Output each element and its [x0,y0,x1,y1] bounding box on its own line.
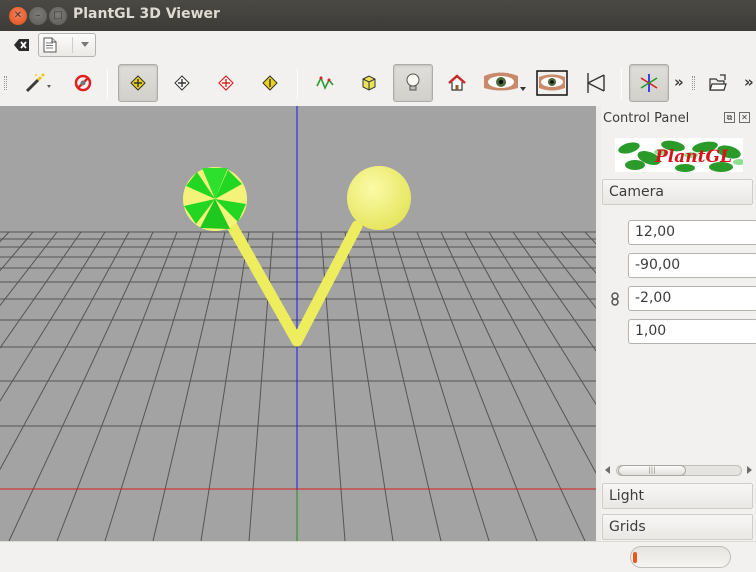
pick-mode-button[interactable] [206,64,246,102]
no-action-button[interactable] [63,64,103,102]
eye-icon [484,72,526,91]
axes-button[interactable] [629,64,669,102]
camera-value-2-field[interactable]: -90,00 [628,253,756,278]
float-panel-button[interactable]: ⧉ [724,112,735,123]
axes-icon [640,74,658,92]
clear-icon[interactable] [14,38,30,52]
logo-text: PlantGL [655,147,732,167]
home-icon [448,74,466,91]
zoom-mode-button[interactable] [250,64,290,102]
light-button[interactable] [393,64,433,102]
close-button[interactable]: ✕ [9,7,27,25]
curve-button[interactable] [305,64,345,102]
panel-horizontal-scrollbar[interactable]: ||| [604,463,754,477]
camera-section-header[interactable]: Camera [602,179,753,205]
select-mode-icon [174,75,190,91]
plant-left-branch [226,220,303,347]
perspective-icon [587,73,605,93]
light-section-header[interactable]: Light [602,483,753,509]
main-toolbar: » » [0,61,756,106]
perspective-button[interactable] [576,64,616,102]
close-panel-button[interactable]: ✕ [739,112,750,123]
curve-icon [316,76,334,90]
panel-title: Control Panel [603,111,690,126]
select-mode-button[interactable] [162,64,202,102]
scroll-left-icon[interactable] [605,466,610,474]
scroll-right-icon[interactable] [747,466,752,474]
toolbar-grip[interactable] [692,76,695,90]
file-toolbar [0,31,756,61]
plant-right-sphere [347,166,411,230]
viewer-window: ✕ – □ PlantGL 3D Viewer » » Control Pane… [0,0,756,572]
plant-right-branch [291,220,363,347]
plant-left-sphere [183,167,247,231]
eye-framed-icon [536,70,568,96]
toolbar-overflow-button-2[interactable]: » [744,73,754,91]
control-panel: Control Panel ⧉ ✕ PlantGL Camera 12,00 -… [601,106,756,541]
wand-icon [25,73,51,93]
camera-value-1-field[interactable]: 12,00 [628,220,756,245]
link-icon[interactable] [610,292,620,306]
toolbar-overflow-button[interactable]: » [674,73,684,91]
toolbar-separator [621,69,622,99]
toolbar-separator [297,69,298,99]
minimize-button[interactable]: – [29,7,47,25]
wand-button[interactable] [18,64,58,102]
status-bar [0,541,756,572]
progress-bar [630,546,731,568]
camera-value-4-field[interactable]: 1,00 [628,319,756,344]
camera-eye-button[interactable] [481,64,529,102]
rotate-mode-icon [130,75,146,91]
chevron-down-icon [81,42,89,47]
zoom-mode-icon [262,75,278,91]
toolbar-grip[interactable] [4,76,7,90]
document-selector[interactable] [38,33,96,57]
open-file-icon [709,74,727,91]
box-icon [362,75,376,91]
window-title: PlantGL 3D Viewer [73,6,220,22]
scene [0,106,596,541]
light-bulb-icon [406,73,420,91]
pick-mode-icon [218,75,234,91]
grids-section-header[interactable]: Grids [602,514,753,540]
camera-frame-button[interactable] [532,64,572,102]
rotate-mode-button[interactable] [118,64,158,102]
scroll-thumb[interactable]: ||| [618,465,686,476]
progress-fill [633,552,637,563]
title-bar[interactable]: ✕ – □ PlantGL 3D Viewer [0,0,756,31]
home-button[interactable] [437,64,477,102]
toolbar-separator [107,69,108,99]
no-action-icon [74,74,92,92]
camera-value-3-field[interactable]: -2,00 [628,286,756,311]
document-icon [43,37,57,53]
3d-viewport[interactable] [0,106,596,541]
combo-separator [72,37,73,53]
plantgl-logo: PlantGL [615,138,743,172]
maximize-button[interactable]: □ [49,7,67,25]
open-file-button[interactable] [700,64,736,102]
box-button[interactable] [349,64,389,102]
